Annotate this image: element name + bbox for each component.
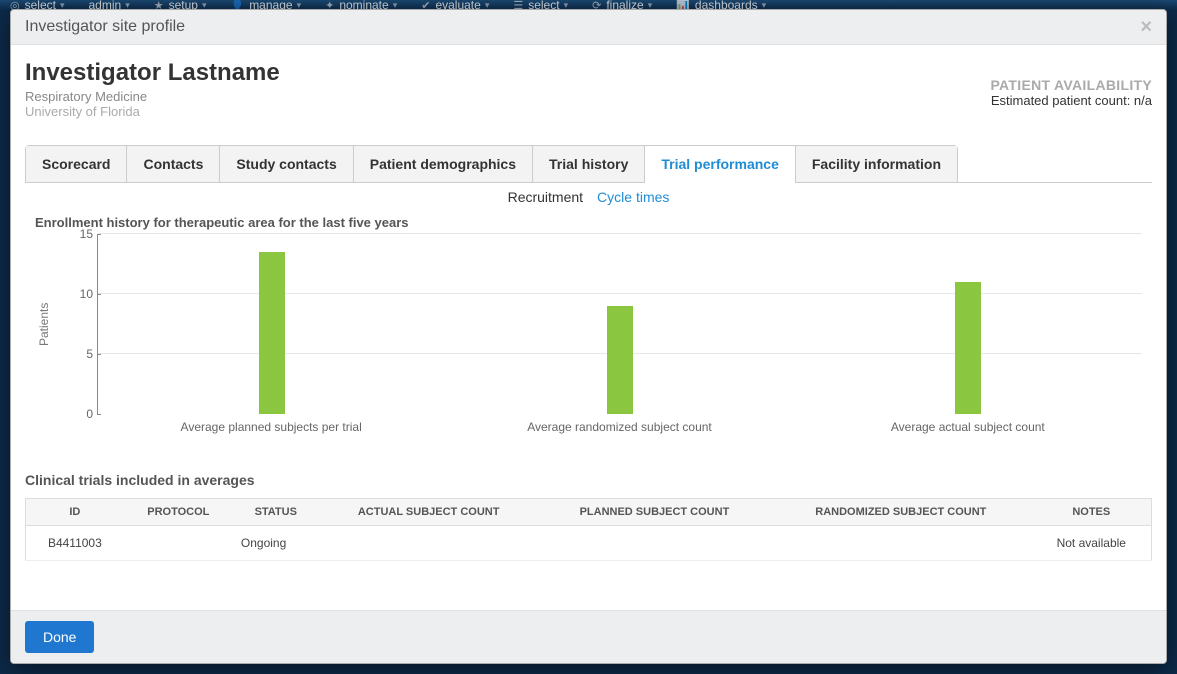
modal-footer: Done [11, 610, 1166, 663]
table-header: RANDOMIZED SUBJECT COUNT [770, 499, 1031, 526]
trials-table: IDPROTOCOLSTATUSACTUAL SUBJECT COUNTPLAN… [25, 498, 1152, 561]
table-header: NOTES [1032, 499, 1152, 526]
tab-pane-trial-performance: Recruitment Cycle times Enrollment histo… [25, 182, 1152, 561]
table-header: STATUS [233, 499, 319, 526]
chart-y-tick: 5 [73, 347, 93, 361]
tab-study-contacts[interactable]: Study contacts [220, 146, 353, 182]
performance-subtabs: Recruitment Cycle times [25, 189, 1152, 205]
table-header: ACTUAL SUBJECT COUNT [319, 499, 539, 526]
chart-bar [955, 282, 981, 414]
chart-y-tick: 15 [73, 227, 93, 241]
table-row: B4411003OngoingNot available [26, 526, 1152, 561]
chart-x-label: Average planned subjects per trial [97, 420, 445, 444]
table-header: PLANNED SUBJECT COUNT [539, 499, 770, 526]
investigator-name: Investigator Lastname [25, 59, 280, 87]
tab-trial-history[interactable]: Trial history [533, 146, 645, 182]
enrollment-bar-chart: Patients Average planned subjects per tr… [59, 234, 1142, 444]
investigator-department: Respiratory Medicine [25, 89, 280, 104]
chart-bar [259, 252, 285, 414]
chart-bar [607, 306, 633, 414]
tab-patient-demographics[interactable]: Patient demographics [354, 146, 533, 182]
investigator-profile-modal: Investigator site profile × Investigator… [10, 9, 1167, 664]
close-icon[interactable]: × [1140, 17, 1152, 37]
table-header: PROTOCOL [124, 499, 233, 526]
patient-availability: PATIENT AVAILABILITY Estimated patient c… [990, 59, 1152, 108]
tab-trial-performance[interactable]: Trial performance [645, 146, 796, 182]
tab-scorecard[interactable]: Scorecard [26, 146, 127, 182]
modal-header: Investigator site profile × [11, 10, 1166, 45]
profile-header: Investigator Lastname Respiratory Medici… [25, 59, 280, 119]
tab-facility-information[interactable]: Facility information [796, 146, 957, 182]
investigator-institution: University of Florida [25, 104, 280, 119]
tab-contacts[interactable]: Contacts [127, 146, 220, 182]
subtab-cycle-times[interactable]: Cycle times [597, 189, 669, 205]
chart-y-axis-label: Patients [37, 234, 51, 414]
availability-title: PATIENT AVAILABILITY [990, 77, 1152, 93]
availability-subtitle: Estimated patient count: n/a [990, 93, 1152, 108]
chart-title: Enrollment history for therapeutic area … [35, 215, 1152, 230]
chart-x-label: Average randomized subject count [445, 420, 793, 444]
table-header: ID [26, 499, 124, 526]
done-button[interactable]: Done [25, 621, 94, 653]
subtab-recruitment[interactable]: Recruitment [508, 189, 583, 205]
trials-section-title: Clinical trials included in averages [25, 472, 1152, 488]
chart-y-tick: 10 [73, 287, 93, 301]
chart-x-label: Average actual subject count [794, 420, 1142, 444]
modal-body: Investigator Lastname Respiratory Medici… [11, 45, 1166, 610]
modal-title: Investigator site profile [25, 18, 185, 36]
profile-tabs: ScorecardContactsStudy contactsPatient d… [25, 145, 958, 183]
chart-y-tick: 0 [73, 407, 93, 421]
